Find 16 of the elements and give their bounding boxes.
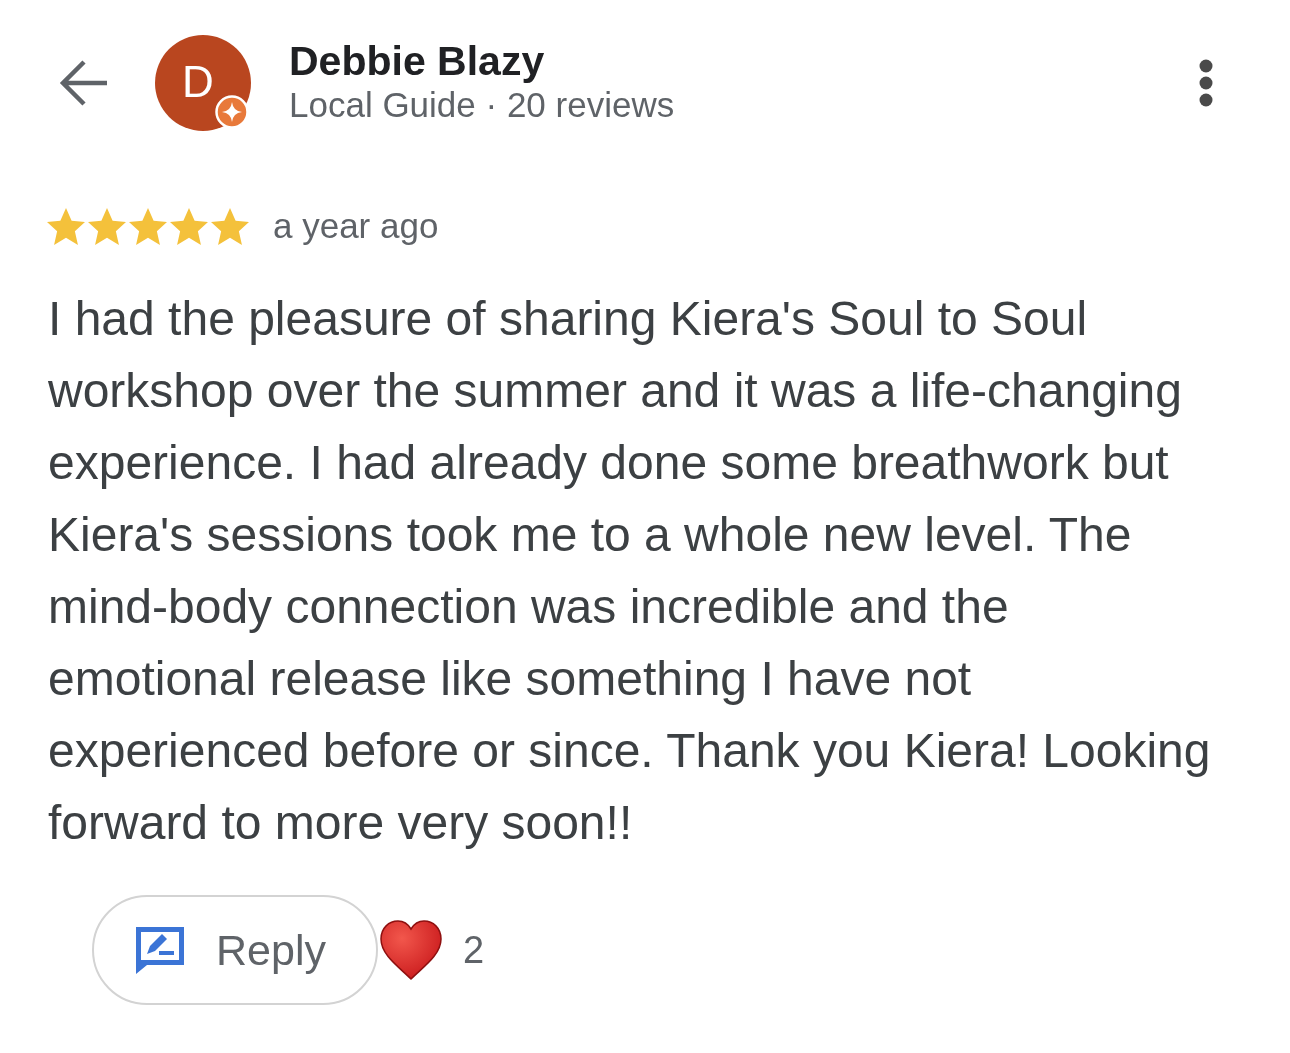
reviewer-subtitle: Local Guide · 20 reviews xyxy=(289,83,675,126)
reviewer-name: Debbie Blazy xyxy=(289,36,546,85)
heart-icon[interactable] xyxy=(378,919,443,981)
review-time: a year ago xyxy=(273,205,439,247)
star-icon xyxy=(129,207,167,245)
back-button[interactable] xyxy=(59,59,109,107)
star-icon xyxy=(211,207,249,245)
review-text: I had the pleasure of sharing Kiera's Soul to Soul workshop over the summer and it was a life-changing experience. I had already done some breathwork but Kiera's sessions took me to a whole new level. The mind-body connection was incredible and the emotional release like something I have not experienced before or since. Thank you Kiera! Looking forward to more very soon!! xyxy=(48,291,1212,851)
avatar-letter: D xyxy=(182,60,214,104)
star-icon xyxy=(47,207,85,245)
reaction-count: 2 xyxy=(462,928,485,972)
star-icon xyxy=(88,207,126,245)
star-icon xyxy=(170,207,208,245)
reply-button[interactable]: Reply xyxy=(92,895,378,1005)
more-options-button[interactable] xyxy=(1198,59,1214,107)
comment-pencil-icon xyxy=(134,925,186,975)
